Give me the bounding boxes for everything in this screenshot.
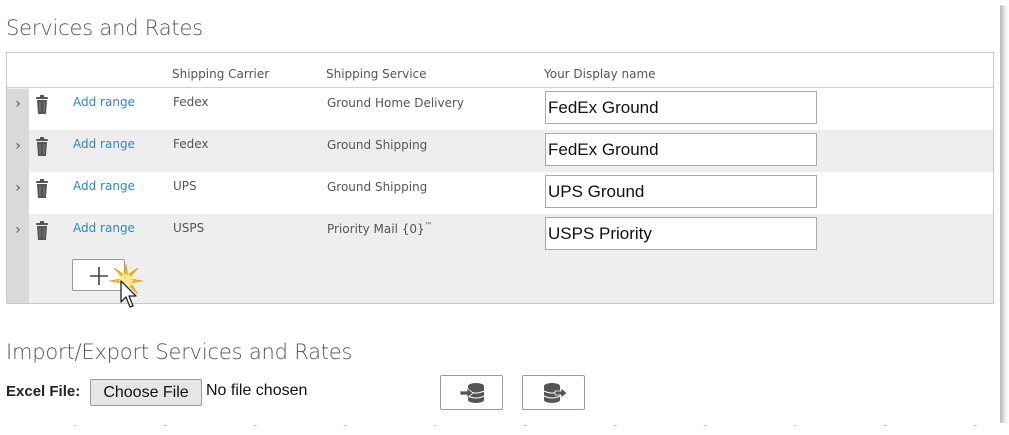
trash-icon[interactable] [35, 179, 49, 199]
add-range-link[interactable]: Add range [73, 179, 135, 193]
chevron-right-icon[interactable]: › [11, 181, 25, 195]
header-display-name: Your Display name [544, 67, 656, 81]
chevron-right-icon[interactable]: › [11, 223, 25, 237]
trash-icon[interactable] [35, 95, 49, 115]
table-row: › Add range Fedex Ground Home Delivery [15, 88, 993, 130]
service-cell: Ground Shipping [327, 138, 428, 152]
trash-icon[interactable] [35, 137, 49, 157]
table-header: Shipping Carrier Shipping Service Your D… [7, 53, 993, 88]
plus-icon [90, 267, 108, 285]
display-name-input[interactable] [545, 217, 817, 250]
mouse-pointer-icon [120, 280, 137, 308]
chevron-right-icon[interactable]: › [11, 139, 25, 153]
service-cell: Priority Mail {0}™ [327, 221, 433, 236]
service-cell: Ground Shipping [327, 180, 428, 194]
services-table: Shipping Carrier Shipping Service Your D… [6, 52, 994, 304]
table-row: › Add range USPS Priority Mail {0}™ [15, 214, 993, 256]
display-name-input[interactable] [545, 175, 817, 208]
section-title: Services and Rates [6, 16, 203, 40]
display-name-input[interactable] [545, 133, 817, 166]
file-status-text: No file chosen [206, 382, 308, 399]
carrier-cell: Fedex [173, 137, 209, 151]
carrier-cell: USPS [173, 221, 205, 235]
add-range-link[interactable]: Add range [73, 95, 135, 109]
carrier-cell: UPS [173, 179, 197, 193]
table-row: › Add range Fedex Ground Shipping [15, 130, 993, 172]
import-database-icon [460, 383, 485, 403]
add-range-link[interactable]: Add range [73, 221, 135, 235]
header-service: Shipping Service [326, 67, 427, 81]
trash-icon[interactable] [35, 221, 49, 241]
import-button[interactable] [440, 375, 503, 410]
excel-file-label: Excel File: [6, 383, 81, 400]
chevron-right-icon[interactable]: › [11, 97, 25, 111]
carrier-cell: Fedex [173, 95, 209, 109]
display-name-input[interactable] [545, 91, 817, 124]
export-database-icon [543, 383, 568, 403]
add-range-link[interactable]: Add range [73, 137, 135, 151]
table-row: › Add range UPS Ground Shipping [15, 172, 993, 214]
row-gutter [7, 89, 29, 303]
import-export-title: Import/Export Services and Rates [6, 340, 353, 364]
header-carrier: Shipping Carrier [172, 67, 270, 81]
service-cell: Ground Home Delivery [327, 96, 465, 110]
export-button[interactable] [522, 375, 585, 410]
page: Services and Rates Shipping Carrier Ship… [0, 0, 1000, 425]
choose-file-button[interactable]: Choose File [90, 379, 202, 406]
